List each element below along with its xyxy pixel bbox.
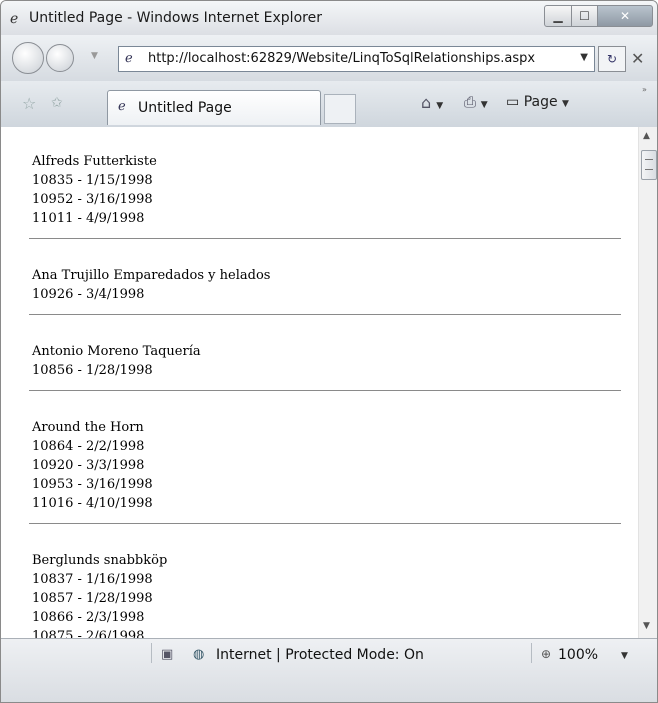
refresh-button[interactable]: ↻ [598,46,626,72]
zoom-dropdown-icon[interactable]: ▼ [621,651,628,661]
order-item: 10837 - 1/16/1998 [32,572,153,587]
address-bar[interactable]: ℯ http://localhost:62829/Website/LinqToS… [118,46,595,72]
order-item: 10835 - 1/15/1998 [32,173,153,188]
customer-block: Ana Trujillo Emparedados y helados 10926 … [32,266,622,304]
navigation-bar: ▼ ℯ http://localhost:62829/Website/LinqT… [1,35,657,81]
customer-divider [29,314,621,315]
stop-icon[interactable]: ✕ [631,49,644,68]
tab-bar: ☆ ✩ ℯ Untitled Page ⌂ ▼ ⎙ ▼ ▭ Page ▼ » [1,81,657,128]
refresh-icon: ↻ [606,52,618,66]
maximize-button[interactable]: ☐ [571,5,598,27]
customer-name: Around the Horn [32,420,144,435]
status-bar: ▣ ◍ Internet | Protected Mode: On ⊕ 100%… [1,638,657,702]
order-item: 10953 - 3/16/1998 [32,477,153,492]
customer-name: Ana Trujillo Emparedados y helados [32,268,271,283]
page-icon: ℯ [125,51,133,66]
order-item: 10856 - 1/28/1998 [32,363,153,378]
status-zone-text: Internet | Protected Mode: On [216,647,424,663]
minimize-button[interactable]: ▁ [544,5,572,27]
history-dropdown-icon[interactable]: ▼ [91,51,98,61]
add-favorites-icon[interactable]: ✩ [51,95,63,111]
page-icon: ℯ [118,99,126,114]
order-item: 11011 - 4/9/1998 [32,211,145,226]
home-icon[interactable]: ⌂ ▼ [421,93,443,112]
customer-divider [29,523,621,524]
order-item: 10952 - 3/16/1998 [32,192,153,207]
back-button[interactable] [12,42,44,74]
order-item: 10926 - 3/4/1998 [32,287,145,302]
customer-block: Berglunds snabbköp 10837 - 1/16/1998 10857… [32,551,622,638]
order-item: 10857 - 1/28/1998 [32,591,153,606]
order-item: 10875 - 2/6/1998 [32,629,145,638]
ie-logo-icon: ℯ [10,11,19,27]
window-title: Untitled Page - Windows Internet Explore… [29,10,322,26]
tab-untitled-page[interactable]: ℯ Untitled Page [107,90,321,125]
scroll-up-icon[interactable]: ▲ [643,131,650,141]
customer-divider [29,390,621,391]
customer-divider [29,238,621,239]
customer-block: Antonio Moreno Taquería 10856 - 1/28/1998 [32,342,622,380]
address-dropdown-icon[interactable]: ▼ [580,52,588,63]
forward-button[interactable] [46,44,74,72]
order-item: 10866 - 2/3/1998 [32,610,145,625]
order-item: 10920 - 3/3/1998 [32,458,145,473]
customer-block: Around the Horn 10864 - 2/2/1998 10920 - 3… [32,418,622,513]
zoom-icon[interactable]: ⊕ [541,647,551,661]
new-tab-button[interactable] [324,94,356,124]
scroll-down-icon[interactable]: ▼ [643,621,650,631]
globe-icon: ◍ [193,647,205,662]
browser-window: ℯ Untitled Page - Windows Internet Explo… [0,0,658,703]
page-menu[interactable]: ▭ Page ▼ [506,94,569,110]
title-bar: ℯ Untitled Page - Windows Internet Explo… [1,1,657,35]
address-input[interactable]: http://localhost:62829/Website/LinqToSql… [148,51,535,66]
zoom-level[interactable]: 100% [558,647,598,663]
page-content: Alfreds Futterkiste 10835 - 1/15/1998 1095… [1,127,638,638]
customer-block: Alfreds Futterkiste 10835 - 1/15/1998 1095… [32,152,622,228]
favorites-star-icon[interactable]: ☆ [22,94,36,113]
vertical-scrollbar[interactable]: ▲ ▼ [638,127,657,638]
customer-name: Alfreds Futterkiste [32,154,157,169]
customer-list: Alfreds Futterkiste 10835 - 1/15/1998 1095… [29,152,622,638]
security-icon: ▣ [161,647,174,662]
customer-name: Berglunds snabbköp [32,553,168,568]
tab-label: Untitled Page [138,100,232,116]
order-item: 10864 - 2/2/1998 [32,439,145,454]
page-menu-label: Page [523,94,558,110]
more-tools-icon[interactable]: » [642,85,647,94]
scroll-thumb[interactable] [641,150,657,180]
customer-name: Antonio Moreno Taquería [32,344,201,359]
print-icon[interactable]: ⎙ ▼ [464,93,488,111]
order-item: 11016 - 4/10/1998 [32,496,153,511]
close-button[interactable]: ✕ [597,5,653,27]
